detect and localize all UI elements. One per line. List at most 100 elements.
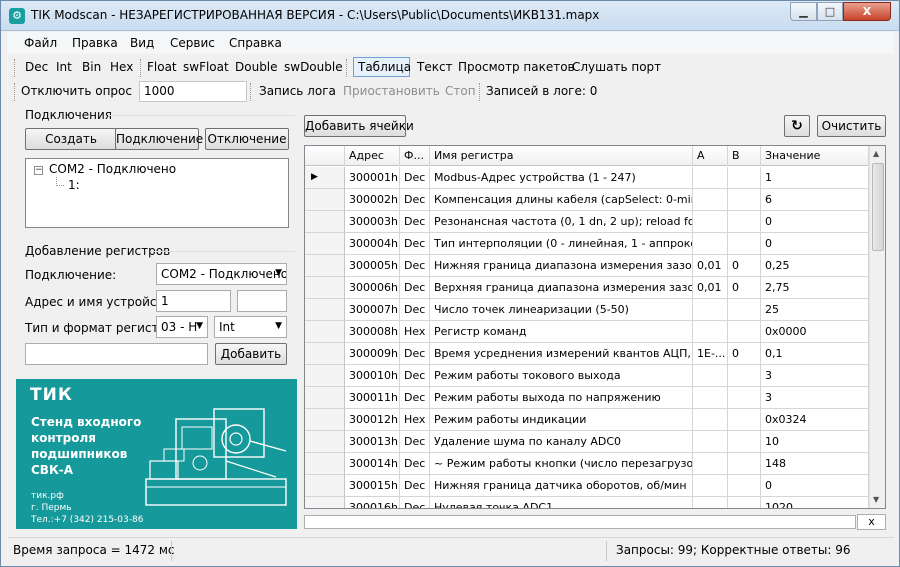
cell-b[interactable] [728,365,761,387]
cell-value[interactable]: 3 [761,365,869,387]
cell-a[interactable] [693,453,728,475]
cell-value[interactable]: 25 [761,299,869,321]
column-a[interactable]: A [693,146,728,166]
menu-file[interactable]: Файл [24,36,57,50]
cell-a[interactable] [693,475,728,497]
scroll-up-icon[interactable]: ▲ [873,149,879,158]
table-row[interactable]: 300005h Dec Нижняя граница диапазона измер… [305,255,869,277]
register-input[interactable] [25,343,208,365]
table-row[interactable]: 300004h Dec Тип интерполяции (0 - линейная… [305,233,869,255]
scrollbar-thumb[interactable] [872,163,884,251]
table-row[interactable]: ▶ 300001h Dec Modbus-Адрес устройства (1 - … [305,167,869,189]
cell-register-name[interactable]: Нижняя граница датчика оборотов, об/мин [430,475,693,497]
format-bin-button[interactable]: Bin [82,60,101,74]
cell-a[interactable] [693,365,728,387]
vertical-scrollbar[interactable]: ▲ ▼ [869,146,885,508]
row-header[interactable] [305,475,345,497]
cell-value[interactable]: 148 [761,453,869,475]
row-header[interactable] [305,277,345,299]
cell-b[interactable]: 0 [728,255,761,277]
cell-value[interactable]: 10 [761,431,869,453]
cell-b[interactable]: 0 [728,277,761,299]
table-row[interactable]: 300012h Hex Режим работы индикации 0x0324 [305,409,869,431]
scroll-down-icon[interactable]: ▼ [873,495,879,504]
log-output[interactable] [304,515,856,529]
listen-port-button[interactable]: Слушать порт [572,60,661,74]
poll-interval-input[interactable]: 1000 [139,81,247,102]
cell-register-name[interactable]: Удаление шума по каналу ADC0 [430,431,693,453]
tree-node-com2[interactable]: COM2 - Подключено [49,162,176,176]
cell-b[interactable] [728,233,761,255]
close-button[interactable]: X [843,2,891,21]
cell-value[interactable]: 0 [761,211,869,233]
cell-value[interactable]: 0,25 [761,255,869,277]
menu-edit[interactable]: Правка [72,36,118,50]
cell-b[interactable] [728,211,761,233]
table-row[interactable]: 300003h Dec Резонансная частота (0, 1 dn, … [305,211,869,233]
cell-format[interactable]: Dec [400,475,430,497]
table-row[interactable]: 300009h Dec Время усреднения измерений ква… [305,343,869,365]
cell-format[interactable]: Dec [400,343,430,365]
cell-b[interactable] [728,475,761,497]
record-log-button[interactable]: Запись лога [259,84,336,98]
disable-poll-button[interactable]: Отключить опрос [21,84,132,98]
cell-register-name[interactable]: Число точек линеаризации (5-50) [430,299,693,321]
clear-button[interactable]: Очистить [817,115,886,137]
stop-button[interactable]: Стоп [445,84,476,98]
row-header[interactable] [305,189,345,211]
register-type-select[interactable]: 03 - H ▼ [156,316,208,338]
cell-register-name[interactable]: Режим работы токового выхода [430,365,693,387]
create-connection-button[interactable]: Создать [25,128,117,150]
table-row[interactable]: 300013h Dec Удаление шума по каналу ADC0 10 [305,431,869,453]
cell-a[interactable]: 0,01 [693,277,728,299]
table-row[interactable]: 300011h Dec Режим работы выхода по напряже… [305,387,869,409]
cell-address[interactable]: 300009h [345,343,400,365]
cell-format[interactable]: Dec [400,255,430,277]
cell-value[interactable]: 0x0324 [761,409,869,431]
column-register-name[interactable]: Имя регистра [430,146,693,166]
row-header[interactable] [305,409,345,431]
register-format-select[interactable]: Int ▼ [214,316,287,338]
cell-register-name[interactable]: Нижняя граница диапазона измерения зазор… [430,255,693,277]
cell-register-name[interactable]: Верхняя граница диапазона измерения зазо… [430,277,693,299]
cell-b[interactable] [728,409,761,431]
format-swdouble-button[interactable]: swDouble [284,60,343,74]
column-value[interactable]: Значение [761,146,869,166]
cell-value[interactable]: 0 [761,233,869,255]
cell-format[interactable]: Hex [400,409,430,431]
add-register-button[interactable]: Добавить [215,343,287,365]
row-header[interactable] [305,387,345,409]
cell-address[interactable]: 300014h [345,453,400,475]
tree-node-device[interactable]: 1: [68,178,80,192]
cell-register-name[interactable]: Modbus-Адрес устройства (1 - 247) [430,167,693,189]
cell-b[interactable] [728,167,761,189]
cell-address[interactable]: 300006h [345,277,400,299]
format-hex-button[interactable]: Hex [110,60,133,74]
cell-value[interactable]: 3 [761,387,869,409]
cell-b[interactable] [728,299,761,321]
table-row[interactable]: 300015h Dec Нижняя граница датчика оборото… [305,475,869,497]
cell-a[interactable] [693,431,728,453]
cell-address[interactable]: 300015h [345,475,400,497]
clear-log-button[interactable]: x [857,514,886,530]
cell-format[interactable]: Dec [400,387,430,409]
format-dec-button[interactable]: Dec [25,60,48,74]
format-int-button[interactable]: Int [56,60,72,74]
cell-value[interactable]: 1 [761,167,869,189]
row-header[interactable] [305,233,345,255]
cell-address[interactable]: 300007h [345,299,400,321]
cell-address[interactable]: 300012h [345,409,400,431]
cell-address[interactable]: 300016h [345,497,400,508]
cell-format[interactable]: Dec [400,167,430,189]
cell-format[interactable]: Dec [400,431,430,453]
table-row[interactable]: 300006h Dec Верхняя граница диапазона изме… [305,277,869,299]
row-header[interactable] [305,321,345,343]
refresh-icon[interactable]: ↻ [784,115,810,137]
disconnect-button[interactable]: Отключение [205,128,289,150]
cell-register-name[interactable]: Режим работы выхода по напряжению [430,387,693,409]
cell-address[interactable]: 300005h [345,255,400,277]
row-header[interactable] [305,299,345,321]
view-table-button[interactable]: Таблица [358,60,411,74]
cell-value[interactable]: 1020 [761,497,869,508]
row-header[interactable] [305,211,345,233]
